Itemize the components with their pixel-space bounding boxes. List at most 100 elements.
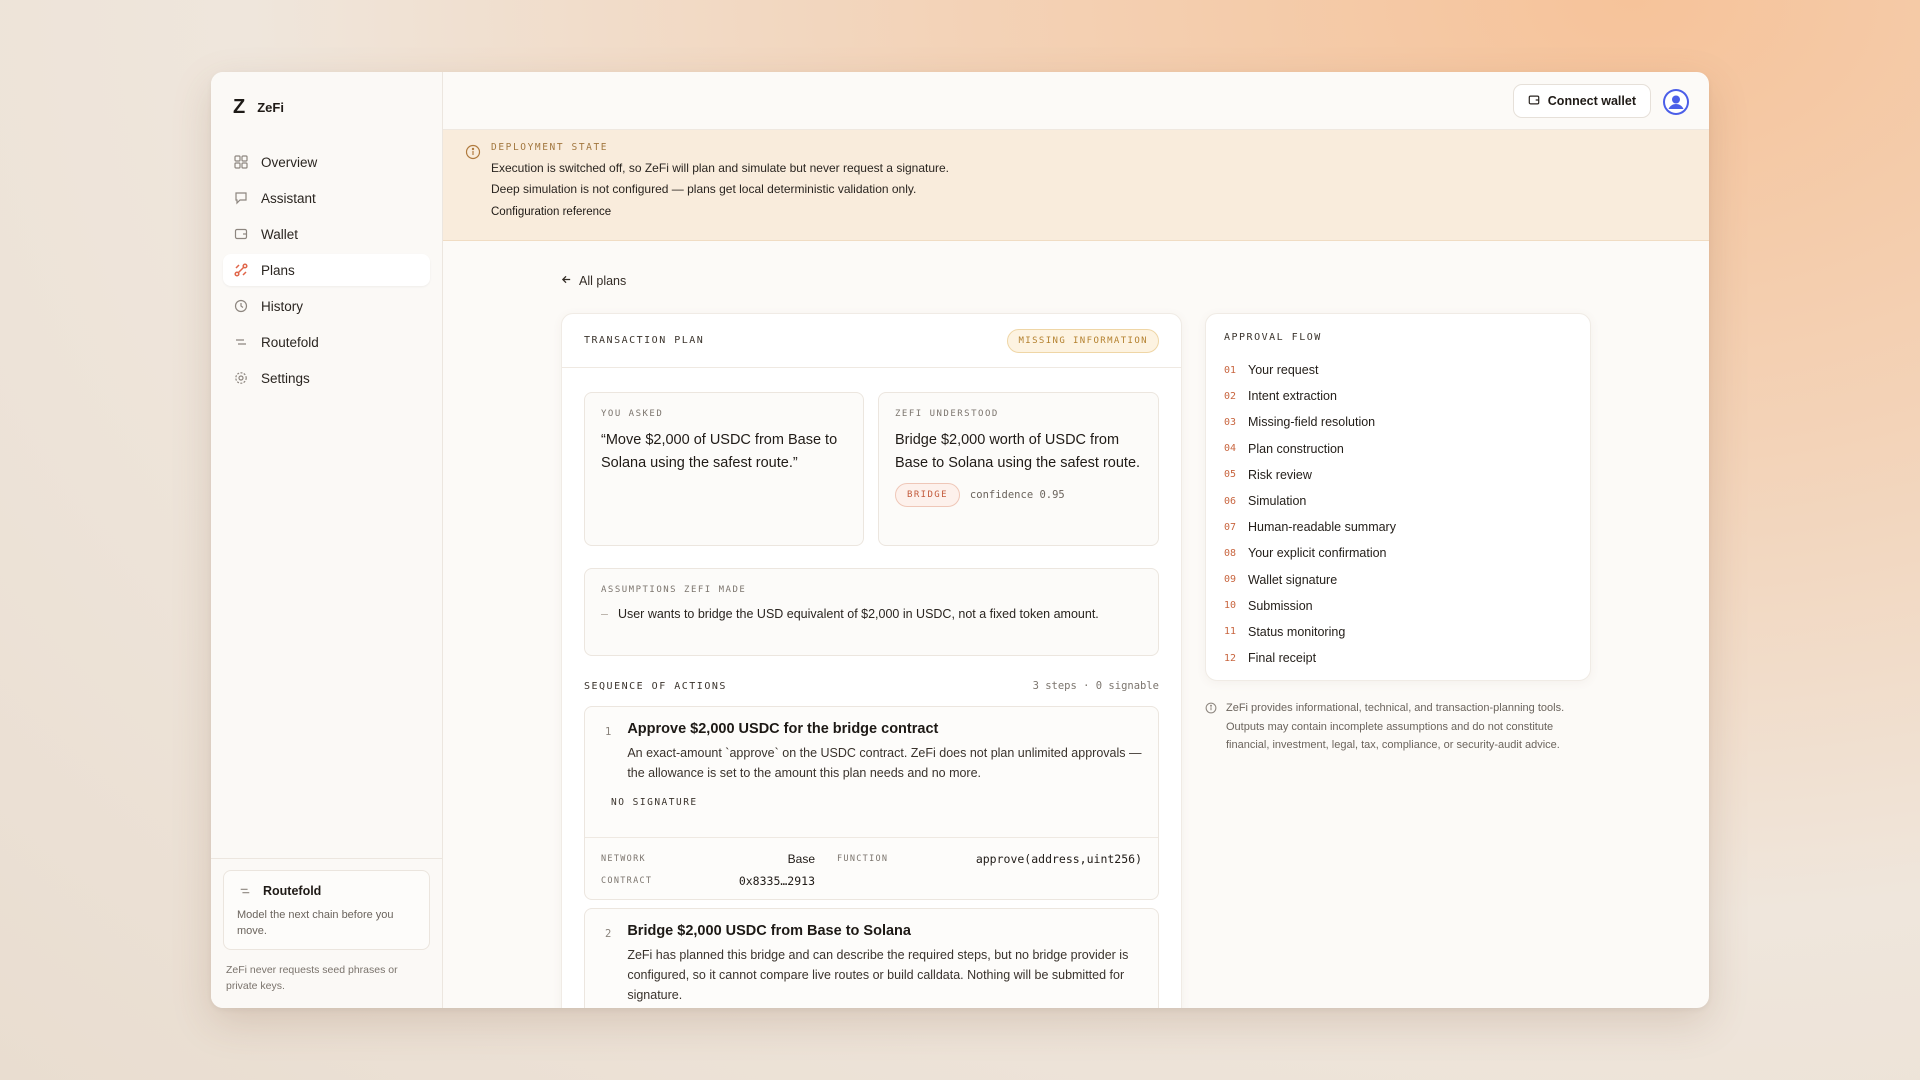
step-number: 1 xyxy=(605,726,612,738)
sequence-title: SEQUENCE OF ACTIONS xyxy=(584,680,727,692)
step-header: 1 Approve $2,000 USDC for the bridge con… xyxy=(585,707,1158,783)
sidebar: Z ZeFi Overview Assistant Wallet Plans H… xyxy=(211,72,443,1008)
list-item: 11 Status monitoring xyxy=(1224,619,1572,645)
list-item: 10 Submission xyxy=(1224,593,1572,619)
network-label: NETWORK xyxy=(601,854,646,864)
sidebar-item-settings[interactable]: Settings xyxy=(223,362,430,394)
step-description: An exact-amount `approve` on the USDC co… xyxy=(627,746,1142,780)
flow-step-number: 12 xyxy=(1224,652,1237,664)
list-item: 04 Plan construction xyxy=(1224,436,1572,462)
list-item: 12 Final receipt xyxy=(1224,645,1572,671)
flow-step-number: 10 xyxy=(1224,600,1237,612)
flow-step-label: Missing-field resolution xyxy=(1248,415,1376,430)
brand-logo: Z xyxy=(233,95,246,118)
plan-title: TRANSACTION PLAN xyxy=(584,335,705,346)
back-to-plans-link[interactable]: All plans xyxy=(561,274,626,288)
dash-icon: – xyxy=(601,607,608,621)
zefi-understood-box: ZEFI UNDERSTOOD Bridge $2,000 worth of U… xyxy=(878,392,1159,546)
connect-wallet-button[interactable]: Connect wallet xyxy=(1512,84,1651,118)
flow-step-label: Your request xyxy=(1248,363,1319,378)
intent-comparison: YOU ASKED “Move $2,000 of USDC from Base… xyxy=(584,392,1159,546)
wallet-icon xyxy=(1528,94,1540,109)
disclaimer-text: ZeFi provides informational, technical, … xyxy=(1226,702,1565,751)
sidebar-item-label: Plans xyxy=(261,262,295,278)
sidebar-item-assistant[interactable]: Assistant xyxy=(223,182,430,214)
app-window: Z ZeFi Overview Assistant Wallet Plans H… xyxy=(211,72,1709,1008)
step-details: NETWORK Base FUNCTION approve(address,ui… xyxy=(585,837,1158,899)
security-note: ZeFi never requests seed phrases or priv… xyxy=(226,964,398,992)
approval-flow-title: APPROVAL FLOW xyxy=(1224,332,1322,343)
zefi-understood-label: ZEFI UNDERSTOOD xyxy=(895,409,999,419)
brand[interactable]: Z ZeFi xyxy=(223,90,430,120)
status-badge: MISSING INFORMATION xyxy=(1007,328,1159,353)
you-asked-label: YOU ASKED xyxy=(601,409,664,419)
sequence-header: SEQUENCE OF ACTIONS 3 steps · 0 signable xyxy=(584,680,1159,692)
contract-label: CONTRACT xyxy=(601,876,653,886)
network-value: Base xyxy=(787,852,815,866)
flow-step-label: Risk review xyxy=(1248,467,1312,482)
sidebar-item-routefold[interactable]: Routefold xyxy=(223,326,430,358)
sidebar-item-label: Assistant xyxy=(261,190,316,206)
step-title: Bridge $2,000 USDC from Base to Solana xyxy=(627,923,911,939)
function-value: approve(address,uint256) xyxy=(975,852,1142,866)
action-step-1[interactable]: 1 Approve $2,000 USDC for the bridge con… xyxy=(584,706,1159,900)
step-title: Approve $2,000 USDC for the bridge contr… xyxy=(627,721,939,737)
topbar: Connect wallet xyxy=(443,72,1709,130)
disclaimer: ZeFi provides informational, technical, … xyxy=(1205,699,1591,755)
flow-step-number: 11 xyxy=(1224,626,1237,638)
sidebar-item-label: Settings xyxy=(261,370,310,386)
function-label: FUNCTION xyxy=(837,854,889,864)
back-link-label: All plans xyxy=(579,274,627,288)
contract-value[interactable]: 0x8335…2913 xyxy=(719,874,815,888)
signature-status: NO SIGNATURE xyxy=(611,797,698,808)
flow-step-label: Wallet signature xyxy=(1248,572,1338,587)
wallet-icon xyxy=(233,226,249,242)
main-content: Connect wallet DEPLOYMENT STATE Executio… xyxy=(443,72,1709,1008)
banner-line-simulation: Deep simulation is not configured — plan… xyxy=(491,182,917,196)
flow-step-number: 02 xyxy=(1224,390,1237,402)
routefold-card-description: Model the next chain before you move. xyxy=(237,909,394,937)
details-row: CONTRACT 0x8335…2913 xyxy=(601,870,1142,892)
flow-step-label: Final receipt xyxy=(1248,651,1317,666)
brand-name: ZeFi xyxy=(257,99,284,115)
plan-header: TRANSACTION PLAN MISSING INFORMATION xyxy=(562,314,1181,368)
step-description: ZeFi has planned this bridge and can des… xyxy=(627,948,1129,1002)
flow-step-number: 04 xyxy=(1224,443,1237,455)
banner-label: DEPLOYMENT STATE xyxy=(491,142,609,153)
list-item: 08 Your explicit confirmation xyxy=(1224,540,1572,566)
arrow-left-icon xyxy=(561,274,572,288)
sidebar-item-history[interactable]: History xyxy=(223,290,430,322)
you-asked-box: YOU ASKED “Move $2,000 of USDC from Base… xyxy=(584,392,864,546)
routefold-icon xyxy=(233,334,249,350)
avatar[interactable] xyxy=(1663,89,1689,115)
routefold-card-label: Routefold xyxy=(263,884,322,898)
sidebar-item-label: Wallet xyxy=(261,226,299,242)
step-header: 2 Bridge $2,000 USDC from Base to Solana… xyxy=(585,909,1158,1005)
approval-flow-card: APPROVAL FLOW 01 Your request 02 Intent ex… xyxy=(1205,313,1591,681)
flow-step-number: 09 xyxy=(1224,574,1237,586)
sidebar-item-overview[interactable]: Overview xyxy=(223,146,430,178)
flow-step-label: Plan construction xyxy=(1248,441,1344,456)
list-item: 09 Wallet signature xyxy=(1224,567,1572,593)
flow-step-label: Your explicit confirmation xyxy=(1248,546,1387,561)
sidebar-item-plans[interactable]: Plans xyxy=(223,254,430,286)
step-number: 2 xyxy=(605,928,612,940)
confidence-score: confidence 0.95 xyxy=(969,489,1065,501)
configuration-reference-link[interactable]: Configuration reference xyxy=(491,206,611,218)
sidebar-divider xyxy=(211,858,442,859)
routefold-card[interactable]: Routefold Model the next chain before yo… xyxy=(223,870,430,950)
action-step-2[interactable]: 2 Bridge $2,000 USDC from Base to Solana… xyxy=(584,908,1159,1008)
sidebar-item-label: History xyxy=(261,298,304,314)
assumptions-label: ASSUMPTIONS ZEFI MADE xyxy=(601,585,747,595)
chat-icon xyxy=(233,190,249,206)
connect-wallet-label: Connect wallet xyxy=(1547,94,1636,108)
list-item: 07 Human-readable summary xyxy=(1224,514,1572,540)
flow-step-label: Status monitoring xyxy=(1248,624,1346,639)
history-icon xyxy=(233,298,249,314)
sidebar-item-wallet[interactable]: Wallet xyxy=(223,218,430,250)
flow-step-number: 08 xyxy=(1224,547,1237,559)
assumptions-box: ASSUMPTIONS ZEFI MADE – User wants to br… xyxy=(584,568,1159,656)
deployment-banner: DEPLOYMENT STATE Execution is switched o… xyxy=(443,130,1709,241)
user-icon xyxy=(1665,91,1687,113)
you-asked-text: “Move $2,000 of USDC from Base to Solana… xyxy=(601,432,838,471)
